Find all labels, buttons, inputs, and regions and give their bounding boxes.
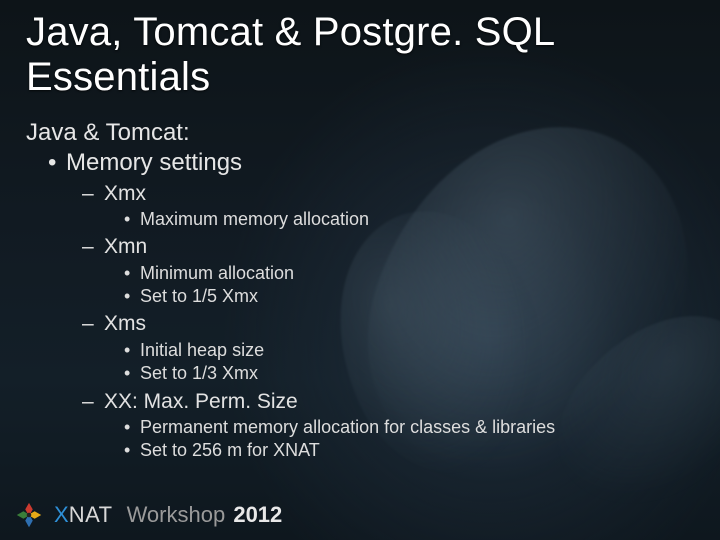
dash-icon: – — [82, 233, 104, 261]
slide-title: Java, Tomcat & Postgre. SQL Essentials — [26, 10, 694, 100]
param-xms: –Xms •Initial heap size •Set to 1/3 Xmx — [26, 310, 694, 385]
slide: Java, Tomcat & Postgre. SQL Essentials J… — [0, 0, 720, 540]
footer-brand: XNAT Workshop 2012 — [54, 502, 282, 528]
param-name: –XX: Max. Perm. Size — [26, 388, 694, 416]
footer: XNAT Workshop 2012 — [14, 500, 282, 530]
title-line-2: Essentials — [26, 55, 210, 99]
footer-workshop: Workshop — [127, 502, 226, 527]
note-text: Set to 256 m for XNAT — [140, 440, 320, 460]
param-name: –Xms — [26, 310, 694, 338]
param-xmn: –Xmn •Minimum allocation •Set to 1/5 Xmx — [26, 233, 694, 308]
section-heading: Java & Tomcat: — [26, 118, 694, 148]
bullet-memory-settings: •Memory settings — [26, 148, 694, 178]
param-name: –Xmx — [26, 180, 694, 208]
dash-icon: – — [82, 310, 104, 338]
param-name: –Xmn — [26, 233, 694, 261]
param-label: Xmx — [104, 182, 146, 205]
bullet-icon: • — [124, 416, 140, 439]
note-text: Set to 1/5 Xmx — [140, 286, 258, 306]
param-xmx: –Xmx •Maximum memory allocation — [26, 180, 694, 232]
bullet-icon: • — [124, 285, 140, 308]
param-label: XX: Max. Perm. Size — [104, 390, 298, 413]
bullet-icon: • — [124, 262, 140, 285]
param-note: •Permanent memory allocation for classes… — [26, 416, 694, 439]
xnat-logo-icon — [14, 500, 44, 530]
brand-nat: NAT — [69, 502, 113, 527]
note-text: Permanent memory allocation for classes … — [140, 417, 555, 437]
bullet-icon: • — [124, 439, 140, 462]
param-label: Xmn — [104, 235, 147, 258]
param-note: •Set to 1/3 Xmx — [26, 362, 694, 385]
param-note: •Maximum memory allocation — [26, 208, 694, 231]
bullet-icon: • — [48, 148, 66, 178]
bullet-icon: • — [124, 339, 140, 362]
brand-x: X — [54, 502, 69, 527]
note-text: Set to 1/3 Xmx — [140, 363, 258, 383]
param-label: Xms — [104, 312, 146, 335]
note-text: Initial heap size — [140, 340, 264, 360]
title-line-1: Java, Tomcat & Postgre. SQL — [26, 10, 555, 54]
dash-icon: – — [82, 180, 104, 208]
bullet-icon: • — [124, 208, 140, 231]
param-note: •Minimum allocation — [26, 262, 694, 285]
param-note: •Set to 1/5 Xmx — [26, 285, 694, 308]
param-note: •Initial heap size — [26, 339, 694, 362]
param-note: •Set to 256 m for XNAT — [26, 439, 694, 462]
note-text: Minimum allocation — [140, 263, 294, 283]
note-text: Maximum memory allocation — [140, 209, 369, 229]
dash-icon: – — [82, 388, 104, 416]
bullet-icon: • — [124, 362, 140, 385]
param-maxpermsize: –XX: Max. Perm. Size •Permanent memory a… — [26, 388, 694, 463]
footer-year: 2012 — [233, 502, 282, 527]
bullet-text: Memory settings — [66, 149, 242, 176]
